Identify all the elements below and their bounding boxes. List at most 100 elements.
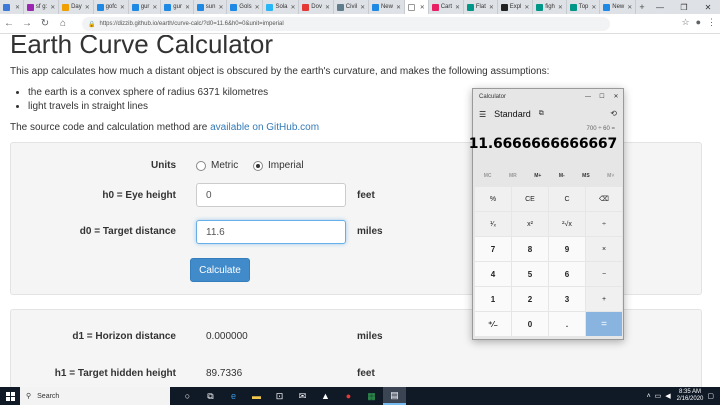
browser-tab[interactable]: Cart ✕ — [429, 0, 464, 14]
browser-tab[interactable]: gofc ✕ — [94, 0, 129, 14]
store-icon[interactable]: ⊡ — [268, 387, 291, 405]
browser-tab[interactable]: Gols ✕ — [227, 0, 264, 14]
browser-tab[interactable]: ✕ — [404, 0, 429, 14]
mail-icon[interactable]: ✉ — [291, 387, 314, 405]
tab-close-icon[interactable]: ✕ — [15, 4, 20, 11]
memory-key[interactable]: M˅ — [607, 173, 614, 179]
tab-close-icon[interactable]: ✕ — [396, 4, 401, 11]
tab-close-icon[interactable]: ✕ — [591, 4, 596, 11]
browser-tab[interactable]: ✕ — [0, 0, 24, 14]
network-icon[interactable]: ▭ — [655, 392, 662, 400]
browser-tab[interactable]: gur ✕ — [129, 0, 162, 14]
tab-close-icon[interactable]: ✕ — [50, 4, 55, 11]
memory-key[interactable]: MS — [582, 173, 590, 179]
browser-tab[interactable]: Dov ✕ — [299, 0, 334, 14]
memory-key[interactable]: MC — [484, 173, 492, 179]
calculator-key[interactable]: − — [586, 262, 622, 286]
target-distance-input[interactable]: 11.6 — [196, 220, 346, 244]
tab-close-icon[interactable]: ✕ — [85, 4, 90, 11]
browser-tab[interactable]: figh ✕ — [533, 0, 567, 14]
calculator-key[interactable]: CE — [512, 187, 548, 211]
browser-tab[interactable]: gur ✕ — [161, 0, 194, 14]
browser-tab[interactable]: Day ✕ — [59, 0, 94, 14]
memory-key[interactable]: M+ — [534, 173, 541, 179]
calculate-button[interactable]: Calculate — [190, 258, 250, 282]
browser-tab[interactable]: Sola ✕ — [263, 0, 300, 14]
calculator-key[interactable]: 5 — [512, 262, 548, 286]
edge-icon[interactable]: e — [222, 387, 245, 405]
calculator-key[interactable]: C — [549, 187, 585, 211]
browser-tab[interactable]: New ✕ — [369, 0, 405, 14]
file-explorer-icon[interactable]: ▬ — [245, 387, 268, 405]
tab-close-icon[interactable]: ✕ — [558, 4, 563, 11]
maximize-icon[interactable]: ☐ — [595, 89, 609, 105]
tab-close-icon[interactable]: ✕ — [290, 4, 295, 11]
chevron-up-icon[interactable]: ˄ — [647, 393, 651, 400]
tab-close-icon[interactable]: ✕ — [489, 4, 494, 11]
tab-close-icon[interactable]: ✕ — [218, 4, 223, 11]
browser-tab[interactable]: sun ✕ — [194, 0, 228, 14]
metric-radio[interactable]: Metric — [196, 160, 238, 171]
tab-close-icon[interactable]: ✕ — [627, 4, 632, 11]
calculator-key[interactable]: 2 — [512, 287, 548, 311]
calculator-key[interactable]: 9 — [549, 237, 585, 261]
tab-close-icon[interactable]: ✕ — [152, 4, 157, 11]
calculator-key[interactable]: ¹⁄ₓ — [475, 212, 511, 236]
forward-icon[interactable]: → — [18, 18, 36, 29]
address-bar[interactable]: 🔒 https://dizzib.github.io/earth/curve-c… — [82, 17, 610, 31]
calculator-key[interactable]: . — [549, 312, 585, 336]
tab-close-icon[interactable]: ✕ — [524, 4, 529, 11]
calculator-key[interactable]: % — [475, 187, 511, 211]
calculator-app-icon[interactable]: ▤ — [383, 387, 406, 405]
task-view-icon[interactable]: ⧉ — [199, 387, 222, 405]
calculator-key[interactable]: = — [586, 312, 622, 336]
menu-dots-icon[interactable]: ⋮ — [707, 17, 716, 28]
calculator-key[interactable]: ÷ — [586, 212, 622, 236]
calculator-key[interactable]: ²√x — [549, 212, 585, 236]
start-button[interactable] — [0, 387, 20, 405]
browser-tab[interactable]: Top ✕ — [567, 0, 601, 14]
browser-tab[interactable]: sf g: ✕ — [24, 0, 60, 14]
back-icon[interactable]: ← — [0, 18, 18, 29]
photos-icon[interactable]: ▲ — [314, 387, 337, 405]
minimize-icon[interactable]: — — [648, 0, 672, 14]
close-icon[interactable]: ✕ — [609, 89, 623, 105]
calculator-key[interactable]: 1 — [475, 287, 511, 311]
close-icon[interactable]: ✕ — [696, 0, 720, 14]
tab-close-icon[interactable]: ✕ — [360, 4, 365, 11]
calculator-key[interactable]: x² — [512, 212, 548, 236]
calculator-key[interactable]: 7 — [475, 237, 511, 261]
tab-close-icon[interactable]: ✕ — [420, 4, 425, 11]
bookmark-star-icon[interactable]: ☆ — [681, 17, 689, 28]
home-icon[interactable]: ⌂ — [54, 18, 72, 29]
browser-tab[interactable]: Flat ✕ — [464, 0, 498, 14]
history-icon[interactable]: ⟲ — [610, 109, 617, 118]
sheets-icon[interactable]: ▦ — [360, 387, 383, 405]
tab-close-icon[interactable]: ✕ — [325, 4, 330, 11]
tab-close-icon[interactable]: ✕ — [120, 4, 125, 11]
memory-key[interactable]: MR — [509, 173, 517, 179]
cortana-icon[interactable]: ○ — [176, 387, 199, 405]
volume-icon[interactable]: ◀ — [665, 392, 670, 400]
eye-height-input[interactable]: 0 — [196, 183, 346, 207]
calculator-key[interactable]: + — [586, 287, 622, 311]
calculator-key[interactable]: 0 — [512, 312, 548, 336]
calculator-key[interactable]: 4 — [475, 262, 511, 286]
clock[interactable]: 8:35 AM 2/16/2020 — [677, 389, 704, 403]
memory-key[interactable]: M- — [559, 173, 565, 179]
taskbar-search[interactable]: ⚲ Search — [20, 387, 170, 405]
profile-icon[interactable]: ● — [696, 17, 701, 28]
browser-tab[interactable]: New ✕ — [600, 0, 637, 14]
calculator-key[interactable]: 8 — [512, 237, 548, 261]
maximize-icon[interactable]: ❐ — [672, 0, 696, 14]
tab-close-icon[interactable]: ✕ — [455, 4, 460, 11]
browser-tab[interactable]: Expl ✕ — [498, 0, 534, 14]
tab-close-icon[interactable]: ✕ — [185, 4, 190, 11]
calculator-key[interactable]: × — [586, 237, 622, 261]
keep-on-top-icon[interactable]: ⧉ — [539, 110, 544, 118]
tab-close-icon[interactable]: ✕ — [255, 4, 260, 11]
minimize-icon[interactable]: — — [581, 89, 595, 105]
hamburger-menu-icon[interactable]: ☰ — [479, 110, 486, 119]
calculator-key[interactable]: 3 — [549, 287, 585, 311]
github-link[interactable]: available on GitHub.com — [210, 122, 319, 133]
